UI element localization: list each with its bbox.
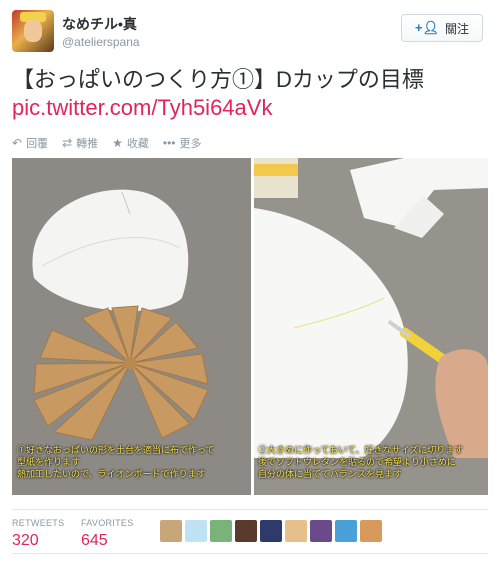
avatar[interactable] — [12, 10, 54, 52]
retweet-action[interactable]: ⇄ 轉推 — [62, 135, 98, 151]
favorite-action[interactable]: ★ 收藏 — [112, 135, 149, 151]
retweet-label: 轉推 — [76, 138, 99, 150]
retweets-stat[interactable]: RETWEETS 320 — [12, 518, 64, 550]
add-user-icon: +👤︎ — [414, 20, 440, 35]
retweets-count: 320 — [12, 532, 39, 549]
stats-divider-top — [12, 509, 488, 510]
favoriter-avatars — [160, 520, 382, 542]
more-label: 更多 — [179, 138, 202, 150]
favoriter-avatar[interactable] — [335, 520, 357, 542]
favoriter-avatar[interactable] — [285, 520, 307, 542]
tweet-media-link[interactable]: pic.twitter.com/Tyh5i64aVk — [12, 94, 272, 122]
favoriter-avatar[interactable] — [185, 520, 207, 542]
more-action[interactable]: ••• 更多 — [163, 135, 202, 151]
reply-label: 回覆 — [26, 138, 49, 150]
photo-left-caption: ①好きなおっぱいの形を土台を適当に布で作って 型紙を作ります 熱加工したいので、… — [17, 445, 215, 479]
favorites-stat[interactable]: FAVORITES 645 — [81, 518, 134, 550]
favorite-label: 收藏 — [126, 138, 149, 150]
tweet-text: 【おっぱいのつくり方①】Dカップの目標 — [12, 67, 424, 92]
favoriter-avatar[interactable] — [360, 520, 382, 542]
reply-icon: ↶ — [12, 136, 23, 150]
photo-right[interactable]: ②大きめに作っておいて、好きなサイズに切ります 後でソフトウレタンを貼るので希望… — [254, 158, 488, 495]
more-icon: ••• — [162, 136, 176, 150]
display-name[interactable]: なめチル•真 — [62, 14, 137, 34]
retweet-icon: ⇄ — [62, 136, 73, 150]
favoriter-avatar[interactable] — [160, 520, 182, 542]
favoriter-avatar[interactable] — [310, 520, 332, 542]
retweets-label: RETWEETS — [12, 518, 65, 528]
favorites-count: 645 — [81, 532, 108, 549]
photo-right-caption: ②大きめに作っておいて、好きなサイズに切ります 後でソフトウレタンを貼るので希望… — [258, 445, 464, 479]
follow-button-label: 關注 — [445, 21, 470, 36]
photo-left[interactable]: ①好きなおっぱいの形を土台を適当に布で作って 型紙を作ります 熱加工したいので、… — [12, 158, 251, 495]
user-handle[interactable]: @atelierspana — [62, 35, 140, 49]
star-icon: ★ — [112, 136, 123, 150]
favorites-label: FAVORITES — [81, 518, 134, 528]
favoriter-avatar[interactable] — [210, 520, 232, 542]
stats-divider-bottom — [12, 553, 488, 554]
follow-button[interactable]: +👤︎ 關注 — [401, 14, 483, 42]
favoriter-avatar[interactable] — [235, 520, 257, 542]
tweet-actions: ↶ 回覆 ⇄ 轉推 ★ 收藏 ••• 更多 — [12, 135, 202, 151]
favoriter-avatar[interactable] — [260, 520, 282, 542]
reply-action[interactable]: ↶ 回覆 — [12, 135, 48, 151]
avatar-face — [24, 20, 42, 42]
